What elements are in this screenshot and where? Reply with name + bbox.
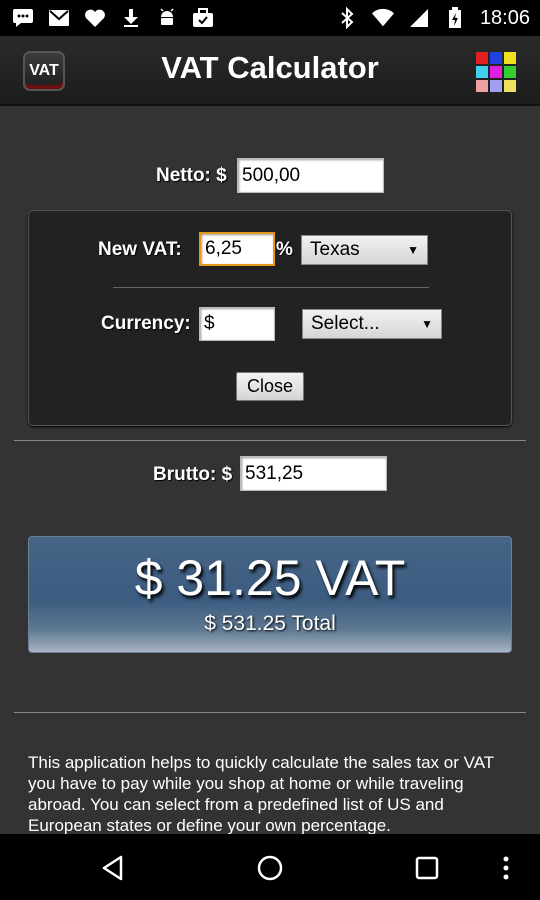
netto-label: Netto: $: [156, 165, 227, 186]
vat-settings-panel: New VAT: % Texas ▼ Currency: Select... ▼…: [28, 210, 512, 426]
chevron-down-icon: ▼: [421, 317, 433, 331]
divider: [14, 712, 526, 713]
close-button[interactable]: Close: [236, 372, 304, 401]
color-grid-menu-icon[interactable]: [476, 52, 518, 94]
signal-icon: [408, 7, 430, 29]
panel-divider: [113, 287, 429, 288]
divider: [14, 440, 526, 441]
main-content: Netto: $ New VAT: % Texas ▼ Currency: Se…: [0, 106, 540, 834]
currency-input[interactable]: [199, 307, 275, 341]
navigation-bar: [0, 834, 540, 900]
status-bar: 18:06: [0, 0, 540, 36]
clock: 18:06: [479, 6, 530, 29]
brutto-label: Brutto: $: [153, 464, 233, 485]
brutto-input[interactable]: [240, 456, 387, 491]
percent-sign: %: [276, 239, 293, 260]
heart-icon: [84, 7, 106, 29]
briefcase-icon: [192, 7, 214, 29]
grid-cell: [504, 66, 516, 78]
grid-cell: [490, 52, 502, 64]
back-icon: [102, 855, 123, 881]
grid-cell: [504, 80, 516, 92]
chevron-down-icon: ▼: [407, 243, 419, 257]
download-icon: [120, 7, 142, 29]
app-title: VAT Calculator: [161, 50, 379, 85]
home-button[interactable]: [252, 850, 288, 886]
battery-icon: [444, 7, 466, 29]
title-bar: VAT VAT Calculator: [0, 36, 540, 106]
android-icon: [156, 7, 178, 29]
grid-cell: [504, 52, 516, 64]
total-amount: $ 531.25 Total: [204, 612, 336, 635]
vat-amount: $ 31.25 VAT: [134, 550, 406, 606]
netto-input[interactable]: [237, 158, 384, 193]
new-vat-label: New VAT:: [98, 239, 182, 260]
app-description: This application helps to quickly calcul…: [28, 753, 494, 834]
more-vert-icon: [503, 856, 509, 880]
recent-apps-button[interactable]: [409, 850, 445, 886]
currency-select[interactable]: Select... ▼: [302, 309, 442, 339]
back-button[interactable]: [95, 850, 131, 886]
vat-rate-input[interactable]: [199, 232, 275, 266]
result-box: $ 31.25 VAT $ 531.25 Total: [28, 536, 512, 653]
home-icon: [257, 855, 283, 881]
grid-cell: [490, 80, 502, 92]
wifi-icon: [371, 7, 394, 29]
mail-icon: [48, 7, 70, 29]
currency-label: Currency:: [101, 313, 191, 334]
grid-cell: [476, 80, 488, 92]
state-select-value: Texas: [310, 239, 360, 260]
state-select[interactable]: Texas ▼: [301, 235, 428, 265]
grid-cell: [490, 66, 502, 78]
message-icon: [12, 7, 34, 29]
grid-cell: [476, 66, 488, 78]
overflow-menu-button[interactable]: [494, 850, 518, 886]
bluetooth-icon: [336, 7, 358, 29]
currency-select-value: Select...: [311, 313, 380, 334]
grid-cell: [476, 52, 488, 64]
recent-apps-icon: [415, 856, 439, 880]
